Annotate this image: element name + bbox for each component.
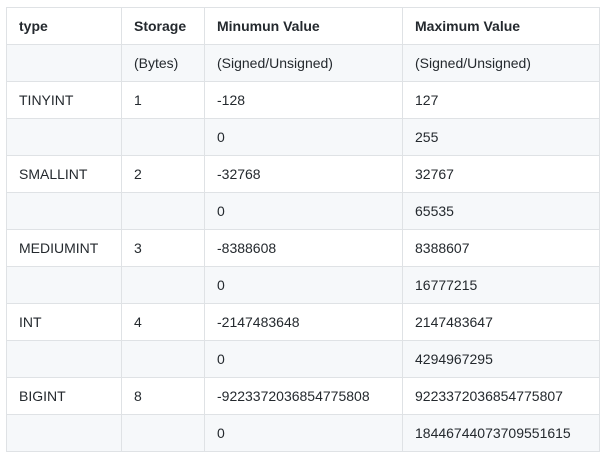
maximum-value-cell: 127 [402,81,600,119]
storage-cell: 3 [121,229,205,267]
minimum-value-cell: -32768 [204,155,403,193]
table-header-row: type Storage Minumun Value Maximum Value [6,7,600,45]
maximum-value-cell: 4294967295 [402,340,600,378]
storage-cell [121,340,205,378]
maximum-value-cell: 9223372036854775807 [402,377,600,415]
storage-cell [121,414,205,452]
type-cell: TINYINT [6,81,122,119]
column-header-minimum-value: Minumun Value [204,7,403,45]
table-row: 0 65535 [6,192,600,230]
type-cell [6,44,122,82]
storage-cell [121,266,205,304]
maximum-value-cell: 255 [402,118,600,156]
column-header-type: type [6,7,122,45]
maximum-value-cell: 8388607 [402,229,600,267]
storage-cell [121,192,205,230]
storage-cell: 1 [121,81,205,119]
type-cell [6,118,122,156]
maximum-value-cell: 2147483647 [402,303,600,341]
type-cell [6,192,122,230]
minimum-value-cell: (Signed/Unsigned) [204,44,403,82]
table-row: 0 255 [6,118,600,156]
storage-cell [121,118,205,156]
maximum-value-cell: 18446744073709551615 [402,414,600,452]
storage-cell: (Bytes) [121,44,205,82]
type-cell: SMALLINT [6,155,122,193]
minimum-value-cell: 0 [204,414,403,452]
column-header-storage: Storage [121,7,205,45]
minimum-value-cell: 0 [204,340,403,378]
table-row: INT 4 -2147483648 2147483647 [6,303,600,341]
storage-cell: 2 [121,155,205,193]
table-row: TINYINT 1 -128 127 [6,81,600,119]
minimum-value-cell: -9223372036854775808 [204,377,403,415]
minimum-value-cell: -128 [204,81,403,119]
type-cell [6,340,122,378]
type-cell: MEDIUMINT [6,229,122,267]
table-row: MEDIUMINT 3 -8388608 8388607 [6,229,600,267]
maximum-value-cell: 16777215 [402,266,600,304]
minimum-value-cell: 0 [204,192,403,230]
column-header-maximum-value: Maximum Value [402,7,600,45]
table-row: (Bytes) (Signed/Unsigned) (Signed/Unsigned… [6,44,600,82]
table-row: 0 4294967295 [6,340,600,378]
storage-cell: 4 [121,303,205,341]
minimum-value-cell: 0 [204,266,403,304]
table-body: (Bytes) (Signed/Unsigned) (Signed/Unsigned… [6,44,600,452]
maximum-value-cell: 32767 [402,155,600,193]
integer-types-table: type Storage Minumun Value Maximum Value… [6,7,600,452]
table-row: SMALLINT 2 -32768 32767 [6,155,600,193]
type-cell [6,266,122,304]
table-row: 0 18446744073709551615 [6,414,600,452]
minimum-value-cell: 0 [204,118,403,156]
type-cell: BIGINT [6,377,122,415]
minimum-value-cell: -8388608 [204,229,403,267]
type-cell: INT [6,303,122,341]
minimum-value-cell: -2147483648 [204,303,403,341]
type-cell [6,414,122,452]
maximum-value-cell: 65535 [402,192,600,230]
table-row: BIGINT 8 -9223372036854775808 9223372036854… [6,377,600,415]
storage-cell: 8 [121,377,205,415]
maximum-value-cell: (Signed/Unsigned) [402,44,600,82]
table-row: 0 16777215 [6,266,600,304]
